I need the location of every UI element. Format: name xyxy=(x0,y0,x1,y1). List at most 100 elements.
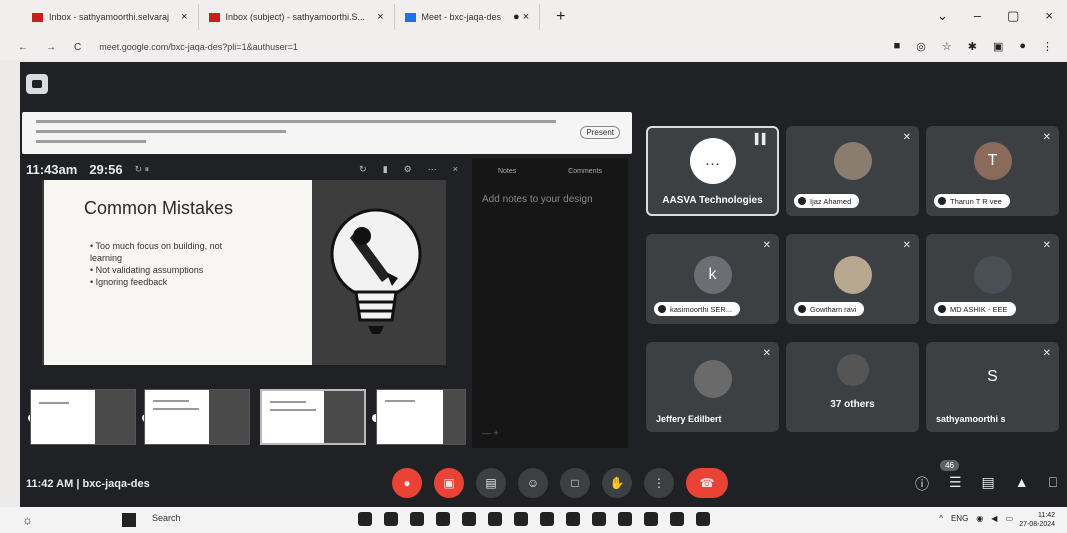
bookmark-star-icon[interactable]: ☆ xyxy=(942,40,952,53)
bullet-item: Not validating assumptions xyxy=(90,264,240,276)
participant-name: sathyamoorthi s xyxy=(936,414,1006,424)
tab-meet[interactable]: Meet - bxc-jaqa-des ● × xyxy=(395,4,541,30)
slide-thumbnail[interactable] xyxy=(376,389,466,445)
maximize-button[interactable]: ▢ xyxy=(1007,8,1019,24)
participant-tile-others[interactable]: 37 others xyxy=(786,342,919,432)
forward-button[interactable]: → xyxy=(46,42,56,53)
thumb-image xyxy=(209,390,249,444)
extensions-icon[interactable]: ✱ xyxy=(968,40,977,53)
battery-icon[interactable]: ▭ xyxy=(1005,514,1013,523)
participant-tile[interactable]: ✕ S sathyamoorthi s xyxy=(926,342,1059,432)
settings-icon[interactable]: ⚙ xyxy=(404,164,412,175)
sidebar-icon[interactable]: ▣ xyxy=(993,40,1003,53)
wifi-icon[interactable]: ◉ xyxy=(976,514,983,523)
menu-icon[interactable]: ⋮ xyxy=(1042,40,1053,53)
more-options-button[interactable]: ⋮ xyxy=(644,468,674,498)
close-window-button[interactable]: × xyxy=(1045,8,1053,24)
app-icon[interactable] xyxy=(488,512,502,526)
app-icon[interactable] xyxy=(462,512,476,526)
captions-button[interactable]: ▤ xyxy=(476,468,506,498)
window-controls: ⌄ – ▢ × xyxy=(937,8,1053,24)
emoji-button[interactable]: ☺ xyxy=(518,468,548,498)
presenter-icon[interactable] xyxy=(26,74,48,94)
bullet-item: Ignoring feedback xyxy=(90,276,240,288)
app-icon[interactable] xyxy=(358,512,372,526)
app-icon[interactable] xyxy=(644,512,658,526)
present-button[interactable]: □ xyxy=(560,468,590,498)
meeting-info: 11:42 AM | bxc-jaqa-des xyxy=(26,478,150,490)
profile-avatar[interactable]: ● xyxy=(1019,40,1026,53)
zoom-controls[interactable]: — + xyxy=(482,428,499,438)
start-button[interactable] xyxy=(122,513,136,527)
tab-notes[interactable]: Notes xyxy=(498,168,516,175)
toolbar-row xyxy=(36,120,556,123)
back-button[interactable]: ← xyxy=(18,42,28,53)
app-icon[interactable] xyxy=(436,512,450,526)
avatar: T xyxy=(973,142,1012,180)
app-icon[interactable] xyxy=(410,512,424,526)
url-field[interactable]: meet.google.com/bxc-jaqa-des?pli=1&authu… xyxy=(99,42,298,52)
participant-tile[interactable]: ✕ Jeffery Edilbert xyxy=(646,342,779,432)
slides-icon[interactable]: ▮ xyxy=(383,164,388,175)
app-icon[interactable] xyxy=(540,512,554,526)
thumb-line xyxy=(270,401,306,403)
language-indicator[interactable]: ENG xyxy=(951,514,968,523)
mic-off-icon: ✕ xyxy=(902,132,911,143)
system-tray: ^ ENG ◉ ◀ ▭ xyxy=(939,514,1013,523)
tray-chevron-icon[interactable]: ^ xyxy=(939,514,943,523)
host-controls-icon[interactable]: ⎕ xyxy=(1049,474,1057,494)
app-icon[interactable] xyxy=(514,512,528,526)
tab-gmail-1[interactable]: Inbox - sathyamoorthi.selvaraj × xyxy=(22,4,199,30)
participant-tile[interactable]: ✕ Gowtham ravi xyxy=(786,234,919,324)
tab-recording-icon[interactable]: ● × xyxy=(513,11,529,23)
refresh-icon[interactable]: ↻ xyxy=(359,164,367,175)
tab-search-icon[interactable]: ⌄ xyxy=(937,8,948,24)
app-icon[interactable] xyxy=(566,512,580,526)
avatar xyxy=(833,256,872,294)
volume-icon[interactable]: ◀ xyxy=(991,514,997,523)
participant-tile[interactable]: ✕ MD ASHIK - EEE xyxy=(926,234,1059,324)
tab-label: Inbox (subject) - sathyamoorthi.S... xyxy=(225,12,366,22)
chat-icon[interactable]: ▤ xyxy=(982,474,995,494)
camera-indicator-icon[interactable]: ■ xyxy=(894,40,901,53)
participant-tile[interactable]: ✕ Ijaz Ahamed xyxy=(786,126,919,216)
clock[interactable]: 11:42 27-08-2024 xyxy=(1019,511,1055,529)
more-icon[interactable]: ⋯ xyxy=(428,164,437,175)
app-icon[interactable] xyxy=(592,512,606,526)
close-icon[interactable]: × xyxy=(453,164,458,175)
weather-icon[interactable]: ☼ xyxy=(22,513,33,527)
toolbar-icons: ■ ◎ ☆ ✱ ▣ ● ⋮ xyxy=(894,40,1053,53)
timer-reset-icon[interactable]: ↻ ⏸ xyxy=(135,164,150,175)
slide-thumbnail[interactable] xyxy=(144,389,250,445)
participant-tile[interactable]: ✕ k kasimoorthi SER... xyxy=(646,234,779,324)
app-icon[interactable] xyxy=(618,512,632,526)
app-icon[interactable] xyxy=(384,512,398,526)
camera-button[interactable]: ▣ xyxy=(434,468,464,498)
present-button[interactable]: Present xyxy=(580,126,620,139)
close-icon[interactable]: × xyxy=(377,11,383,23)
app-icon[interactable] xyxy=(696,512,710,526)
taskbar-search[interactable]: Search xyxy=(152,513,181,523)
reload-button[interactable]: C xyxy=(74,42,81,53)
people-icon[interactable]: ☰ xyxy=(949,474,962,494)
slide-thumbnail-selected[interactable] xyxy=(260,389,366,445)
participant-name: Gowtham ravi xyxy=(794,302,865,316)
raise-hand-button[interactable]: ✋ xyxy=(602,468,632,498)
notes-input[interactable]: Add notes to your design xyxy=(482,194,593,205)
mic-off-button[interactable]: ● xyxy=(392,468,422,498)
info-icon[interactable]: ⓘ xyxy=(915,474,929,494)
new-tab-button[interactable]: + xyxy=(556,8,565,26)
app-icon[interactable] xyxy=(670,512,684,526)
minimize-button[interactable]: – xyxy=(974,8,981,24)
tab-comments[interactable]: Comments xyxy=(568,168,602,175)
leave-call-button[interactable]: ☎ xyxy=(686,468,728,498)
participant-tile[interactable]: ▌▌ … AASVA Technologies xyxy=(646,126,779,216)
activities-icon[interactable]: ▲ xyxy=(1015,474,1029,494)
tab-gmail-2[interactable]: Inbox (subject) - sathyamoorthi.S... × xyxy=(199,4,395,30)
share-icon[interactable]: ◎ xyxy=(916,40,926,53)
close-icon[interactable]: × xyxy=(181,11,187,23)
thumb-line xyxy=(39,402,69,404)
participant-tile[interactable]: ✕ T Tharun T R vee xyxy=(926,126,1059,216)
mic-off-icon: ✕ xyxy=(902,240,911,251)
slide-thumbnail[interactable] xyxy=(30,389,136,445)
